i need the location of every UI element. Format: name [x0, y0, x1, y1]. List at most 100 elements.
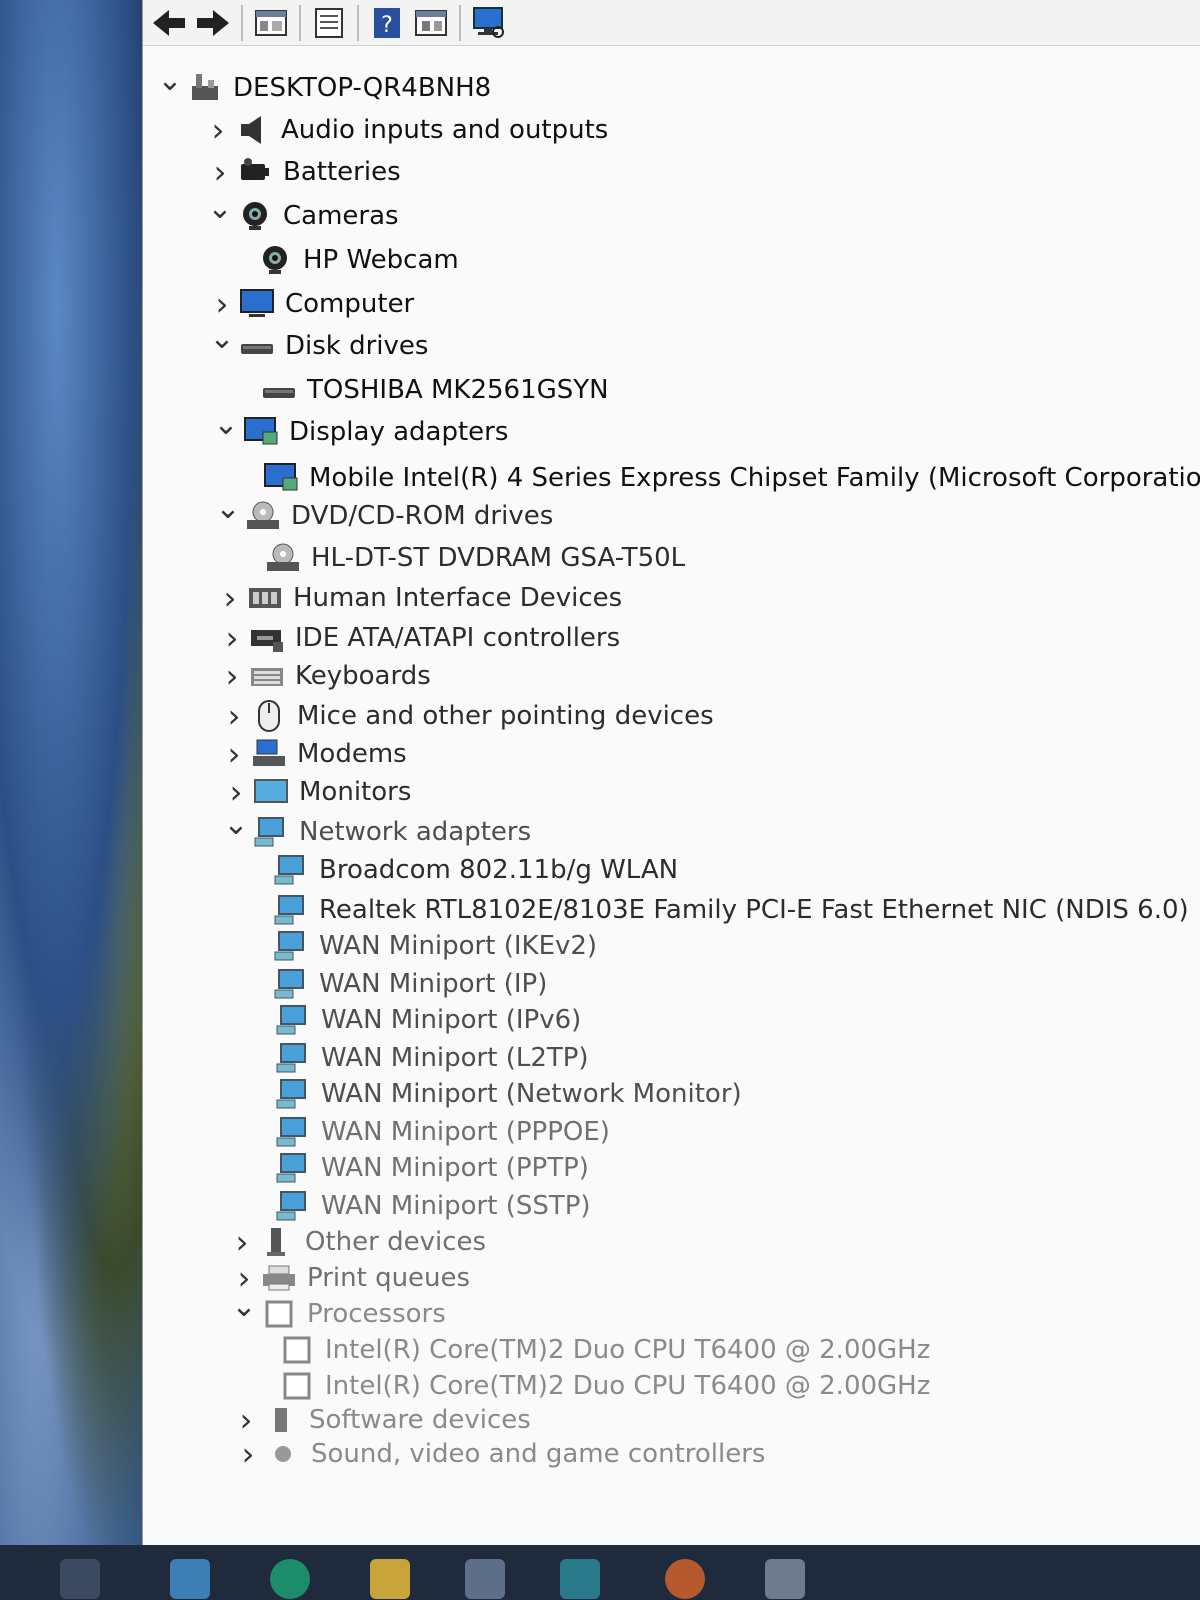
tree-item-label: HL-DT-ST DVDRAM GSA-T50L — [311, 543, 686, 573]
tree-item-label: DESKTOP-QR4BNH8 — [233, 73, 492, 103]
tree-item-label: WAN Miniport (PPPOE) — [321, 1117, 610, 1147]
tree-device-item[interactable]: TOSHIBA MK2561GSYN — [257, 370, 609, 410]
tree-device-item[interactable]: Realtek RTL8102E/8103E Family PCI-E Fast… — [269, 890, 1189, 930]
display-icon — [263, 462, 299, 494]
chevron-down-icon[interactable]: ⌄ — [231, 1287, 257, 1327]
tree-item-label: WAN Miniport (L2TP) — [321, 1043, 589, 1073]
mail-icon[interactable] — [560, 1559, 600, 1599]
monitor-scan-icon[interactable] — [469, 3, 509, 43]
tree-item-label: Mice and other pointing devices — [297, 701, 714, 731]
tree-device-item[interactable]: WAN Miniport (PPTP) — [271, 1148, 589, 1188]
tree-category-cameras[interactable]: ⌄ Cameras — [207, 194, 398, 236]
net-icon — [273, 894, 309, 926]
tree-category-keyboards[interactable]: › Keyboards — [219, 656, 431, 696]
chevron-right-icon[interactable]: › — [219, 656, 245, 696]
tree-device-item[interactable]: HL-DT-ST DVDRAM GSA-T50L — [261, 538, 685, 578]
chevron-down-icon[interactable]: ⌄ — [215, 489, 241, 529]
task-view-icon[interactable] — [60, 1559, 100, 1599]
tree-item-label: WAN Miniport (PPTP) — [321, 1153, 589, 1183]
tree-device-item[interactable]: Mobile Intel(R) 4 Series Express Chipset… — [259, 458, 1200, 498]
tree-item-label: Broadcom 802.11b/g WLAN — [319, 855, 679, 885]
tree-item-label: WAN Miniport (IP) — [319, 969, 548, 999]
speaker-icon — [235, 114, 271, 146]
properties-icon[interactable] — [251, 3, 291, 43]
dvd-icon — [245, 500, 281, 532]
chevron-right-icon[interactable]: › — [221, 696, 247, 736]
tree-category-sound-video-and-game-controllers[interactable]: › Sound, video and game controllers — [235, 1434, 766, 1474]
tree-root-computer[interactable]: ⌄ DESKTOP-QR4BNH8 — [157, 66, 492, 108]
camera-icon — [237, 200, 273, 232]
chevron-right-icon[interactable]: › — [207, 152, 233, 192]
tree-device-item[interactable]: WAN Miniport (PPPOE) — [271, 1112, 610, 1152]
net-icon — [275, 1004, 311, 1036]
tree-category-display-adapters[interactable]: ⌄ Display adapters — [213, 410, 508, 452]
tree-device-item[interactable]: WAN Miniport (IKEv2) — [269, 926, 597, 966]
help-icon[interactable]: ? — [367, 3, 407, 43]
ide-icon — [249, 622, 285, 654]
tree-item-label: Mobile Intel(R) 4 Series Express Chipset… — [309, 463, 1200, 493]
view-icon[interactable] — [411, 3, 451, 43]
tree-device-item[interactable]: WAN Miniport (SSTP) — [271, 1186, 591, 1226]
tree-category-monitors[interactable]: › Monitors — [223, 772, 412, 812]
edge-browser-icon[interactable] — [270, 1559, 310, 1599]
chevron-right-icon[interactable]: › — [205, 110, 231, 150]
app-icon[interactable] — [170, 1559, 210, 1599]
tree-category-computer[interactable]: › Computer — [209, 284, 415, 324]
device-manager-task-icon[interactable] — [765, 1559, 805, 1599]
tree-category-disk-drives[interactable]: ⌄ Disk drives — [209, 324, 428, 366]
tree-category-ide-ata-atapi-controllers[interactable]: › IDE ATA/ATAPI controllers — [219, 618, 621, 658]
tree-category-modems[interactable]: › Modems — [221, 734, 407, 774]
chevron-right-icon[interactable]: › — [221, 734, 247, 774]
tree-category-batteries[interactable]: › Batteries — [207, 152, 401, 192]
tree-device-item[interactable]: Broadcom 802.11b/g WLAN — [269, 850, 678, 890]
tree-category-human-interface-devices[interactable]: › Human Interface Devices — [217, 578, 623, 618]
back-arrow-icon[interactable] — [149, 3, 189, 43]
tree-device-item[interactable]: HP Webcam — [253, 240, 459, 280]
toolbar: ? — [143, 0, 1200, 46]
chevron-down-icon[interactable]: ⌄ — [213, 405, 239, 445]
tree-device-item[interactable]: Intel(R) Core(TM)2 Duo CPU T6400 @ 2.00G… — [275, 1330, 930, 1370]
tree-category-processors[interactable]: ⌄ Processors — [231, 1292, 445, 1334]
tree-device-item[interactable]: WAN Miniport (L2TP) — [271, 1038, 589, 1078]
update-driver-icon[interactable] — [309, 3, 349, 43]
chevron-down-icon[interactable]: ⌄ — [223, 805, 249, 845]
chevron-right-icon[interactable]: › — [209, 284, 235, 324]
computer-icon — [187, 72, 223, 104]
chevron-down-icon[interactable]: ⌄ — [209, 319, 235, 359]
net-icon — [253, 816, 289, 848]
tree-item-label: Network adapters — [299, 817, 532, 847]
chevron-right-icon[interactable]: › — [235, 1434, 261, 1474]
store-icon[interactable] — [465, 1559, 505, 1599]
tree-category-dvd-cd-rom-drives[interactable]: ⌄ DVD/CD-ROM drives — [215, 494, 553, 536]
tree-device-item[interactable]: WAN Miniport (IP) — [269, 964, 547, 1004]
tree-device-item[interactable]: WAN Miniport (IPv6) — [271, 1000, 581, 1040]
hid-icon — [247, 582, 283, 614]
tree-item-label: Keyboards — [295, 661, 431, 691]
software-icon — [263, 1404, 299, 1436]
modem-icon — [251, 738, 287, 770]
forward-arrow-icon[interactable] — [193, 3, 233, 43]
tree-item-label: Human Interface Devices — [293, 583, 623, 613]
camera-icon — [257, 244, 293, 276]
net-icon — [273, 854, 309, 886]
chevron-right-icon[interactable]: › — [229, 1222, 255, 1262]
chevron-down-icon[interactable]: ⌄ — [207, 189, 233, 229]
battery-icon — [237, 156, 273, 188]
tree-item-label: Intel(R) Core(TM)2 Duo CPU T6400 @ 2.00G… — [325, 1371, 931, 1401]
toolbar-separator — [241, 4, 243, 41]
toolbar-separator — [459, 4, 461, 41]
tree-item-label: IDE ATA/ATAPI controllers — [295, 623, 621, 653]
file-explorer-icon[interactable] — [370, 1559, 410, 1599]
tree-category-print-queues[interactable]: › Print queues — [231, 1258, 470, 1298]
svg-text:?: ? — [381, 13, 393, 38]
tree-category-mice-and-other-pointing-devices[interactable]: › Mice and other pointing devices — [221, 696, 714, 736]
tree-category-network-adapters[interactable]: ⌄ Network adapters — [223, 810, 532, 852]
net-icon — [275, 1190, 311, 1222]
tree-device-item[interactable]: WAN Miniport (Network Monitor) — [271, 1074, 742, 1114]
chevron-right-icon[interactable]: › — [217, 578, 243, 618]
chevron-right-icon[interactable]: › — [219, 618, 245, 658]
tree-category-other-devices[interactable]: › Other devices — [229, 1222, 486, 1262]
firefox-icon[interactable] — [665, 1559, 705, 1599]
tree-category-audio-inputs-and-outputs[interactable]: › Audio inputs and outputs — [205, 110, 609, 150]
chevron-down-icon[interactable]: ⌄ — [157, 61, 183, 101]
